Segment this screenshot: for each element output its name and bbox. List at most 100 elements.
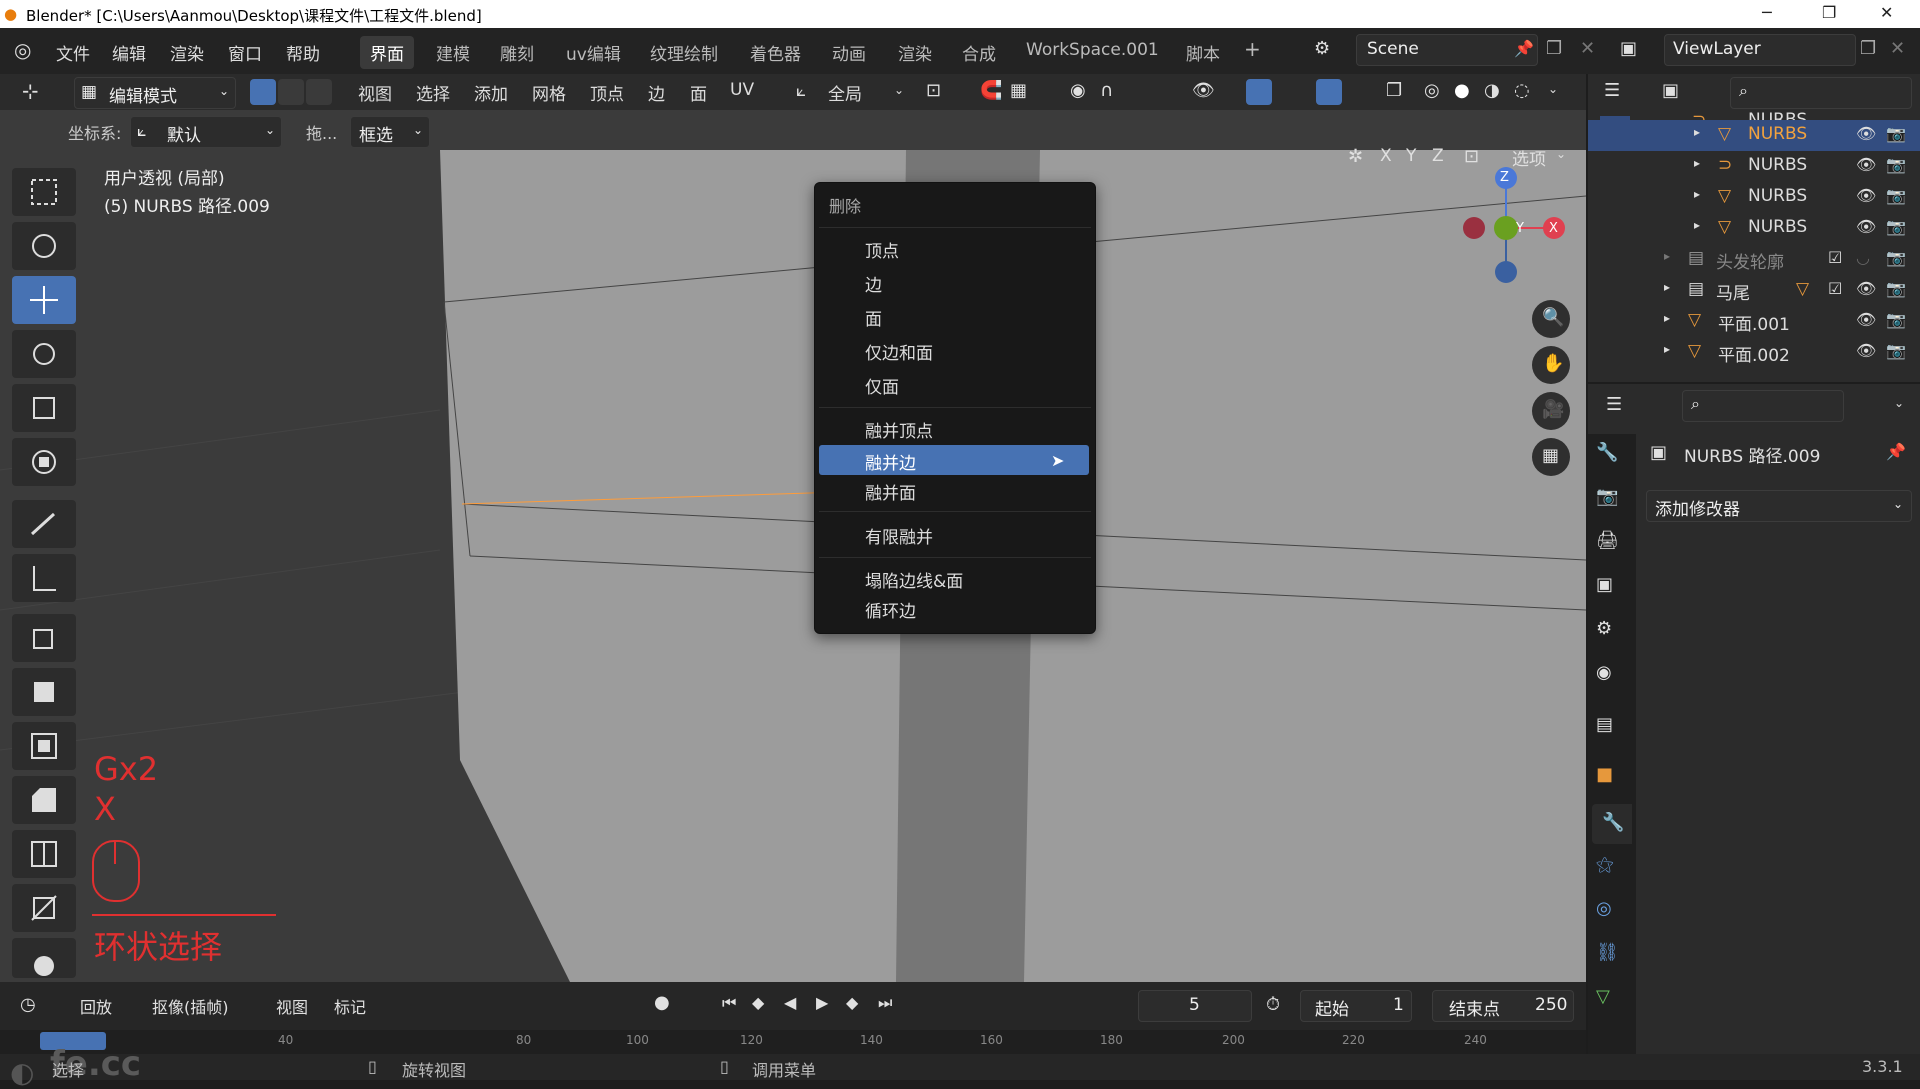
ortho-grid-icon[interactable]: ▦	[1532, 438, 1570, 476]
tab-uv-editing[interactable]: uv编辑	[566, 40, 621, 65]
add-modifier-button[interactable]: 添加修改器 ⌄	[1646, 490, 1912, 522]
add-workspace-icon[interactable]: +	[1244, 37, 1261, 61]
scene-field[interactable]: Scene	[1356, 34, 1538, 66]
checkbox-icon[interactable]: ☑	[1828, 248, 1842, 267]
annotate-tool[interactable]	[12, 500, 76, 548]
menu-vertex[interactable]: 顶点	[590, 80, 624, 105]
outliner-row[interactable]: ▸ ▽ NURBS 👁 📷	[1588, 120, 1920, 151]
expand-icon[interactable]: ▸	[1694, 125, 1700, 139]
end-frame-field[interactable]: 结束点 250	[1432, 990, 1574, 1022]
menu-item-edges[interactable]: 边	[865, 271, 882, 296]
extrude-tool[interactable]	[12, 668, 76, 716]
tab-texture-paint[interactable]: 纹理绘制	[650, 40, 718, 65]
scene-tab-icon[interactable]: ⚙	[1596, 618, 1628, 650]
particles-tab-icon[interactable]: ⚝	[1596, 854, 1628, 886]
menu-view[interactable]: 视图	[358, 80, 392, 105]
jump-start-icon[interactable]: ⏮	[722, 993, 736, 1013]
menu-item-edge-loops[interactable]: 循环边	[865, 597, 916, 622]
maximize-icon[interactable]: ❐	[1822, 3, 1836, 22]
delete-view-layer-icon[interactable]: ✕	[1890, 38, 1905, 59]
constraints-tab-icon[interactable]: ⛓	[1596, 942, 1628, 974]
expand-icon[interactable]: ▸	[1664, 342, 1670, 356]
menu-edit[interactable]: 编辑	[112, 40, 146, 65]
snap-icon[interactable]: 🧲	[980, 80, 1002, 101]
snap-target-icon[interactable]: ▦	[1010, 80, 1027, 101]
expand-icon[interactable]: ▸	[1664, 249, 1670, 263]
menu-edge[interactable]: 边	[648, 80, 665, 105]
outliner-row[interactable]: ▸ ⊃ NURBS 👁 📷	[1588, 151, 1920, 182]
output-tab-icon[interactable]: 🖨	[1596, 530, 1628, 562]
coordinate-dropdown[interactable]: ⟀ 默认 ⌄	[130, 116, 282, 148]
view-layer-icon[interactable]: ▣	[1620, 38, 1637, 59]
visibility-icon[interactable]: 👁	[1192, 80, 1215, 101]
select-mode-dropdown[interactable]: 框选 ⌄	[350, 116, 430, 148]
knife-tool[interactable]	[12, 884, 76, 932]
menu-window[interactable]: 窗口	[228, 40, 262, 65]
close-icon[interactable]: ✕	[1880, 3, 1893, 22]
camera-icon[interactable]: 📷	[1886, 279, 1906, 298]
current-frame-field[interactable]: 5	[1138, 990, 1252, 1022]
collection-tab-icon[interactable]: ▤	[1596, 714, 1628, 746]
tab-compositing[interactable]: 合成	[962, 40, 996, 65]
mode-dropdown[interactable]: ▦ 编辑模式 ⌄	[74, 77, 236, 109]
outliner-search-input[interactable]: ⌕	[1730, 77, 1912, 109]
menu-item-dissolve-faces[interactable]: 融并面	[865, 479, 916, 504]
face-select-mode-button[interactable]	[306, 79, 332, 105]
checkbox-icon[interactable]: ☑	[1828, 279, 1842, 298]
scale-tool[interactable]	[12, 384, 76, 432]
minimize-icon[interactable]: ─	[1762, 3, 1772, 22]
falloff-icon[interactable]: ∩	[1100, 80, 1113, 101]
outliner-row[interactable]: ▸ ▽ 平面.001 👁 📷	[1588, 306, 1920, 337]
overlay-toggle-icon[interactable]	[1316, 79, 1342, 105]
camera-icon[interactable]: 📷	[1886, 186, 1906, 205]
add-cube-tool[interactable]	[12, 614, 76, 662]
menu-item-vertices[interactable]: 顶点	[865, 237, 899, 262]
outliner-row[interactable]: ▸ ▽ NURBS 👁 📷	[1588, 213, 1920, 244]
camera-icon[interactable]: 📷	[1886, 310, 1906, 329]
cursor-tool[interactable]	[12, 222, 76, 270]
tab-rendering[interactable]: 渲染	[898, 40, 932, 65]
expand-icon[interactable]: ▸	[1694, 187, 1700, 201]
zoom-icon[interactable]: 🔍	[1532, 300, 1570, 338]
menu-item-limited-dissolve[interactable]: 有限融并	[865, 523, 933, 548]
playback-menu[interactable]: 回放	[80, 994, 112, 1018]
tab-shading[interactable]: 着色器	[750, 40, 801, 65]
menu-file[interactable]: 文件	[56, 40, 90, 65]
play-icon[interactable]: ▶	[816, 993, 828, 1012]
xray-icon[interactable]: ❐	[1386, 80, 1402, 101]
marker-menu[interactable]: 标记	[334, 994, 366, 1018]
3d-viewport[interactable]: 用户透视 (局部) (5) NURBS 路径.009 Gx2 X 环状选择 ✲ …	[0, 110, 1586, 982]
menu-item-only-edges-faces[interactable]: 仅边和面	[865, 339, 933, 364]
pin-icon[interactable]: 📌	[1886, 442, 1906, 461]
expand-icon[interactable]: ▸	[1694, 218, 1700, 232]
tab-modeling[interactable]: 建模	[436, 40, 470, 65]
rotate-tool[interactable]	[12, 330, 76, 378]
move-tool[interactable]	[12, 276, 76, 324]
menu-item-dissolve-vertices[interactable]: 融并顶点	[865, 417, 933, 442]
menu-help[interactable]: 帮助	[286, 40, 320, 65]
new-scene-icon[interactable]: ❐	[1546, 38, 1562, 59]
scene-icon[interactable]: ⚙	[1314, 38, 1330, 59]
transform-orientation-dropdown[interactable]: ⟀ 全局 ⌄	[794, 77, 910, 107]
solid-shading-icon[interactable]: ●	[1454, 80, 1470, 101]
edge-select-mode-button[interactable]	[278, 79, 304, 105]
start-frame-field[interactable]: 起始 1	[1300, 990, 1412, 1022]
play-reverse-icon[interactable]: ◀	[784, 993, 796, 1012]
timeline-view-menu[interactable]: 视图	[276, 994, 308, 1018]
expand-icon[interactable]: ▸	[1664, 311, 1670, 325]
eye-icon[interactable]: 👁	[1856, 217, 1876, 236]
outliner-row[interactable]: ▸ ▽ 平面.002 👁 📷	[1588, 337, 1920, 368]
wireframe-shading-icon[interactable]: ◎	[1424, 80, 1440, 101]
poly-build-tool[interactable]	[12, 938, 76, 978]
new-view-layer-icon[interactable]: ❐	[1860, 38, 1876, 59]
vertex-select-mode-button[interactable]	[250, 79, 276, 105]
inset-tool[interactable]	[12, 722, 76, 770]
eye-icon[interactable]: 👁	[1856, 279, 1876, 298]
tab-animation[interactable]: 动画	[832, 40, 866, 65]
bevel-tool[interactable]	[12, 776, 76, 824]
prev-keyframe-icon[interactable]: ◆	[752, 993, 764, 1012]
menu-render[interactable]: 渲染	[170, 40, 204, 65]
menu-item-faces[interactable]: 面	[865, 305, 882, 330]
render-tab-icon[interactable]: 📷	[1596, 486, 1628, 518]
proportional-edit-icon[interactable]: ◉	[1070, 80, 1086, 101]
